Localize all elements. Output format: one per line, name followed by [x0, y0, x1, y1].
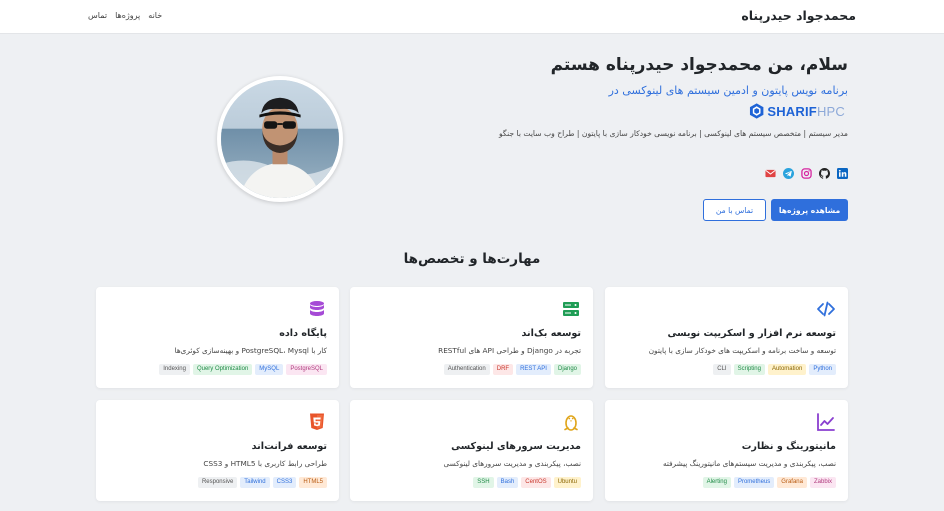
skill-tag: SSH: [473, 477, 494, 488]
skill-tag: CSS3: [272, 477, 297, 488]
skill-card-desc: کار با PostgreSQL، Mysql و بهینه‌سازی کو…: [174, 346, 327, 355]
skill-tag: Automation: [767, 364, 807, 375]
skill-card-desc: توسعه و ساخت برنامه و اسکریپت های خودکار…: [648, 346, 836, 355]
logo-text-light: HPC: [816, 103, 845, 119]
skill-card-desc: نصب، پیکربندی و مدیریت سرورهای لینوکسی: [443, 459, 582, 468]
skill-tag: CentOS: [521, 477, 551, 488]
skill-card-title: مانیتورینگ و نظارت: [741, 441, 836, 452]
top-navbar: محمدجواد حیدرپناه خانه پروژه‌ها تماس: [0, 0, 944, 34]
github-icon[interactable]: [818, 167, 830, 179]
skill-tags: Zabbix Grafana Prometheus Alerting: [702, 477, 836, 488]
linkedin-icon[interactable]: [836, 167, 848, 179]
skills-section-title: مهارت‌ها و تخصص‌ها: [403, 251, 541, 267]
skill-tag: DRF: [492, 364, 514, 375]
skill-tag: Bash: [496, 477, 519, 488]
skill-card-software: توسعه نرم افزار و اسکریپت نویسی توسعه و …: [605, 287, 848, 388]
skill-tag: Django: [553, 364, 581, 375]
database-icon: [307, 299, 327, 319]
logo-text-bold: SHARIF: [767, 103, 817, 119]
skill-card-title: توسعه نرم افزار و اسکریپت نویسی: [667, 328, 836, 339]
skill-tags: Python Automation Scripting CLI: [713, 364, 836, 375]
profile-photo-illustration: [221, 80, 339, 198]
skill-tag: Query Optimization: [192, 364, 253, 375]
skill-card-title: مدیریت سرورهای لینوکسی: [451, 441, 581, 452]
skill-tag: Prometheus: [733, 477, 775, 488]
html5-icon: [307, 412, 327, 432]
social-links: [764, 167, 848, 179]
skill-tag: Scripting: [733, 364, 765, 375]
skill-card-title: پایگاه داده: [279, 328, 327, 339]
skill-card-linux: مدیریت سرورهای لینوکسی نصب، پیکربندی و م…: [350, 400, 593, 501]
skill-tag: Grafana: [777, 477, 807, 488]
skill-card-monitoring: مانیتورینگ و نظارت نصب، پیکربندی و مدیری…: [605, 400, 848, 501]
nav-link-projects[interactable]: پروژه‌ها: [115, 11, 140, 20]
skill-tag: HTML5: [299, 477, 327, 488]
sharifhpc-mark-icon: [749, 103, 764, 119]
skill-tag: Tailwind: [240, 477, 270, 488]
skill-tag: Authentication: [443, 364, 490, 375]
skill-tags: HTML5 CSS3 Tailwind Responsive: [197, 477, 327, 488]
skill-tag: Alerting: [702, 477, 731, 488]
hero-title: سلام، من محمدجواد حیدرپناه هستم: [550, 55, 848, 75]
skill-tag: Indexing: [159, 364, 190, 375]
skill-tag: CLI: [713, 364, 731, 375]
chart-line-icon: [816, 412, 836, 432]
email-icon[interactable]: [764, 167, 776, 179]
skill-tag: Python: [809, 364, 836, 375]
server-icon: [561, 299, 581, 319]
instagram-icon[interactable]: [800, 167, 812, 179]
skill-tag: Responsive: [197, 477, 238, 488]
skill-tag: MySQL: [255, 364, 284, 375]
skill-tag: REST API: [516, 364, 551, 375]
hero-subtitle: برنامه نویس پایتون و ادمین سیستم های لین…: [608, 84, 848, 97]
skill-card-database: پایگاه داده کار با PostgreSQL، Mysql و ب…: [96, 287, 339, 388]
skill-card-desc: تجربه در Django و طراحی API های RESTful: [438, 346, 581, 355]
code-icon: [816, 299, 836, 319]
skill-tags: Ubuntu CentOS Bash SSH: [473, 477, 581, 488]
contact-me-button[interactable]: تماس با من: [703, 199, 766, 221]
skill-card-frontend: توسعه فرانت‌اند طراحی رابط کاربری با HTM…: [96, 400, 339, 501]
skill-tags: PostgreSQL MySQL Query Optimization Inde…: [159, 364, 327, 375]
skill-tag: Zabbix: [809, 477, 836, 488]
skill-card-title: توسعه بک‌اند: [521, 328, 581, 339]
skill-tags: Django REST API DRF Authentication: [443, 364, 581, 375]
logo-text: SHARIFHPC: [767, 104, 845, 119]
skill-card-title: توسعه فرانت‌اند: [251, 441, 327, 452]
nav-links: خانه پروژه‌ها تماس: [88, 11, 162, 20]
sharifhpc-logo: SHARIFHPC: [749, 102, 845, 120]
nav-link-contact[interactable]: تماس: [88, 11, 107, 20]
linux-icon: [561, 412, 581, 432]
profile-avatar: [217, 76, 343, 202]
skill-card-desc: نصب، پیکربندی و مدیریت سیستم‌های مانیتور…: [662, 459, 836, 468]
skill-tag: PostgreSQL: [286, 364, 327, 375]
skill-tag: Ubuntu: [553, 477, 581, 488]
nav-link-home[interactable]: خانه: [148, 11, 162, 20]
skill-card-desc: طراحی رابط کاربری با HTML5 و CSS3: [203, 459, 327, 468]
view-projects-button[interactable]: مشاهده پروژه‌ها: [771, 199, 848, 221]
brand-name[interactable]: محمدجواد حیدرپناه: [741, 8, 856, 23]
telegram-icon[interactable]: [782, 167, 794, 179]
skill-card-backend: توسعه بک‌اند تجربه در Django و طراحی API…: [350, 287, 593, 388]
hero-description: مدیر سیستم | متخصص سیستم های لینوکسی | ب…: [499, 129, 848, 138]
